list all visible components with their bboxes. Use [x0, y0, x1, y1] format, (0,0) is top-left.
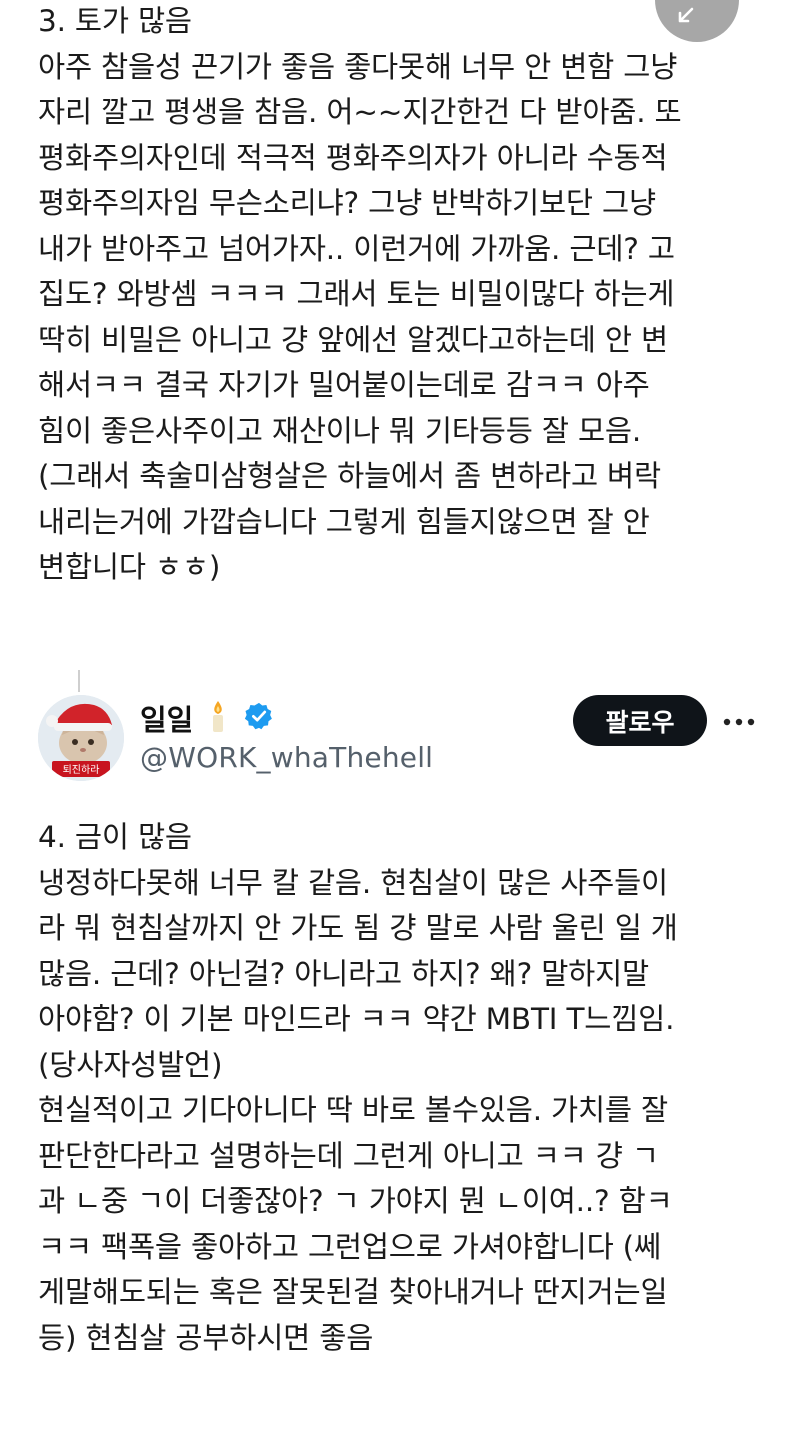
thread-connector-line [78, 670, 80, 692]
text-line: 과 ㄴ중 ㄱ이 더좋잖아? ㄱ 가야지 뭔 ㄴ이여..? 함ㅋ [38, 1184, 673, 1218]
text-line: 내리는거에 가깝습니다 그렇게 힘들지않으면 잘 안 [38, 504, 650, 539]
avatar[interactable]: 퇴진하라 [38, 695, 124, 781]
text-line: 냉정하다못해 너무 칼 같음. 현침살이 많은 사주들이 [38, 865, 668, 900]
verified-badge-icon [244, 702, 272, 730]
text-line: 등) 현침살 공부하시면 좋음 [38, 1320, 374, 1355]
avatar-sign-text: 퇴진하라 [63, 763, 100, 776]
text-line: 3. 토가 많음 [38, 4, 192, 38]
candle-icon [213, 701, 223, 732]
text-line: 딱히 비밀은 아니고 걍 앞에선 알겠다고하는데 안 변 [38, 322, 668, 357]
post-author-row: 퇴진하라 일일 @WORK_whaThehell 팔로우 [0, 695, 800, 790]
text-line: 많음. 근데? 아닌걸? 아니라고 하지? 왜? 말하지말 [38, 956, 649, 991]
post-text-section-4: 4. 금이 많음 냉정하다못해 너무 칼 같음. 현침살이 많은 사주들이 라 … [38, 815, 778, 1361]
text-line: 힘이 좋은사주이고 재산이나 뭐 기타등등 잘 모음. [38, 413, 642, 448]
more-options-icon[interactable] [722, 717, 756, 727]
text-line: (당사자성발언) [38, 1047, 223, 1082]
text-line: 게말해도되는 혹은 잘못된걸 찾아내거나 딴지거는일 [38, 1275, 668, 1309]
text-line: 평화주의자인데 적극적 평화주의자가 아니라 수동적 [38, 140, 668, 175]
text-line: 평화주의자임 무슨소리냐? 그냥 반박하기보단 그냥 [38, 186, 656, 220]
text-line: ㅋㅋ 팩폭을 좋아하고 그런업으로 가셔야합니다 (쎄 [38, 1229, 661, 1264]
text-line: 아야함? 이 기본 마인드라 ㅋㅋ 약간 MBTI T느낌임. [38, 1002, 675, 1036]
text-line: 자리 깔고 평생을 참음. 어~~지간한건 다 받아줌. 또 [38, 95, 682, 129]
text-line: 판단한다라고 설명하는데 그런게 아니고 ㅋㅋ 걍 ㄱ [38, 1138, 659, 1173]
text-line: 집도? 와방셈 ㅋㅋㅋ 그래서 토는 비밀이많다 하는게 [38, 277, 675, 311]
text-line: 4. 금이 많음 [38, 820, 192, 854]
follow-button[interactable]: 팔로우 [573, 695, 707, 746]
text-line: 현실적이고 기다아니다 딱 바로 볼수있음. 가치를 잘 [38, 1093, 668, 1127]
text-line: 내가 받아주고 넘어가자.. 이런거에 가까움. 근데? 고 [38, 231, 675, 266]
text-line: (그래서 축술미삼형살은 하늘에서 좀 변하라고 벼락 [38, 459, 661, 493]
display-name[interactable]: 일일 [140, 697, 193, 739]
text-line: 해서ㅋㅋ 결국 자기가 밀어붙이는데로 감ㅋㅋ 아주 [38, 368, 650, 402]
text-line: 라 뭐 현침살까지 안 가도 됨 걍 말로 사람 울린 일 개 [38, 911, 678, 945]
text-line: 아주 참을성 끈기가 좋음 좋다못해 너무 안 변함 그냥 [38, 49, 678, 84]
post-text-section-3: 3. 토가 많음 아주 참을성 끈기가 좋음 좋다못해 너무 안 변함 그냥 자… [38, 0, 778, 591]
text-line: 변합니다 ㅎㅎ) [38, 550, 221, 584]
user-handle[interactable]: @WORK_whaThehell [140, 741, 433, 774]
avatar-image: 퇴진하라 [38, 695, 124, 781]
